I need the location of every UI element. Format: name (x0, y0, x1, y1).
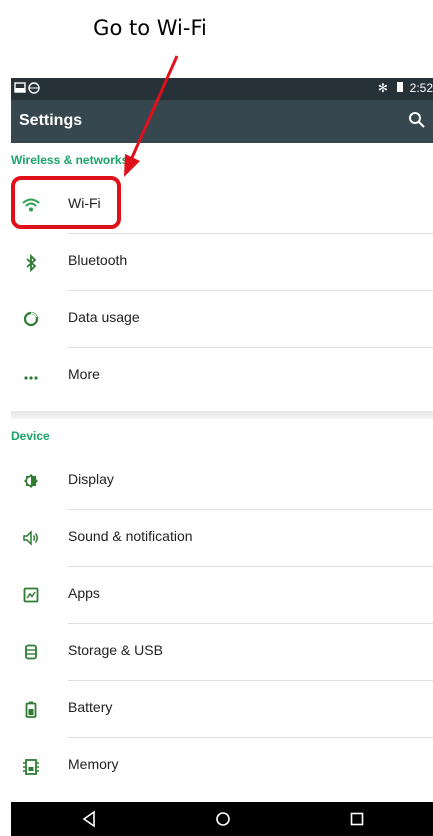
apps-icon (21, 587, 41, 605)
notification-icons (14, 81, 44, 98)
navigation-bar (11, 802, 433, 836)
display-icon (21, 473, 41, 491)
app-bar: Settings (11, 100, 433, 143)
page-title: Settings (19, 112, 83, 129)
status-bar: ✻ 2:52 (11, 78, 433, 100)
section-title: Device (11, 429, 50, 443)
recents-icon[interactable] (345, 808, 369, 830)
settings-item-label: Storage & USB (68, 642, 163, 658)
settings-item-label: Apps (68, 585, 100, 601)
settings-item-label: Bluetooth (68, 252, 128, 268)
section-title: Wireless & networks (11, 153, 129, 167)
settings-item-label: Sound & notification (68, 528, 193, 544)
highlight-box (11, 176, 121, 229)
status-right: ✻ 2:52 (378, 81, 433, 95)
settings-item-label: Memory (68, 756, 119, 772)
settings-item-bluetooth[interactable]: Bluetooth (11, 234, 433, 291)
settings-item-storage[interactable]: Storage & USB (11, 624, 433, 681)
back-icon[interactable] (77, 808, 101, 830)
clock: 2:52 (409, 81, 433, 95)
data-usage-icon (21, 311, 41, 329)
settings-item-display[interactable]: Display (11, 453, 433, 510)
settings-item-data-usage[interactable]: Data usage (11, 291, 433, 348)
section-device: Device Display Sound & notification Apps (11, 419, 433, 802)
settings-item-label: Display (68, 471, 114, 487)
home-icon[interactable] (211, 808, 235, 830)
settings-item-battery[interactable]: Battery (11, 681, 433, 738)
bluetooth-status-icon: ✻ (377, 81, 388, 95)
settings-list[interactable]: Wireless & networks Wi-Fi Bluetooth Data… (11, 143, 433, 802)
settings-item-more[interactable]: More (11, 348, 433, 405)
search-icon[interactable] (407, 110, 427, 130)
settings-item-sound[interactable]: Sound & notification (11, 510, 433, 567)
memory-icon (21, 758, 41, 776)
bluetooth-icon (21, 253, 41, 273)
more-icon (21, 368, 41, 386)
settings-item-label: Data usage (68, 309, 140, 325)
section-divider (11, 411, 433, 419)
storage-icon (21, 644, 41, 662)
settings-item-apps[interactable]: Apps (11, 567, 433, 624)
instruction-text: Go to Wi-Fi (93, 16, 207, 40)
battery-status-icon (397, 82, 404, 92)
settings-item-label: More (68, 366, 100, 382)
sound-icon (21, 530, 41, 548)
settings-item-label: Battery (68, 699, 113, 715)
battery-icon (21, 701, 41, 719)
settings-item-memory[interactable]: Memory (11, 738, 433, 795)
